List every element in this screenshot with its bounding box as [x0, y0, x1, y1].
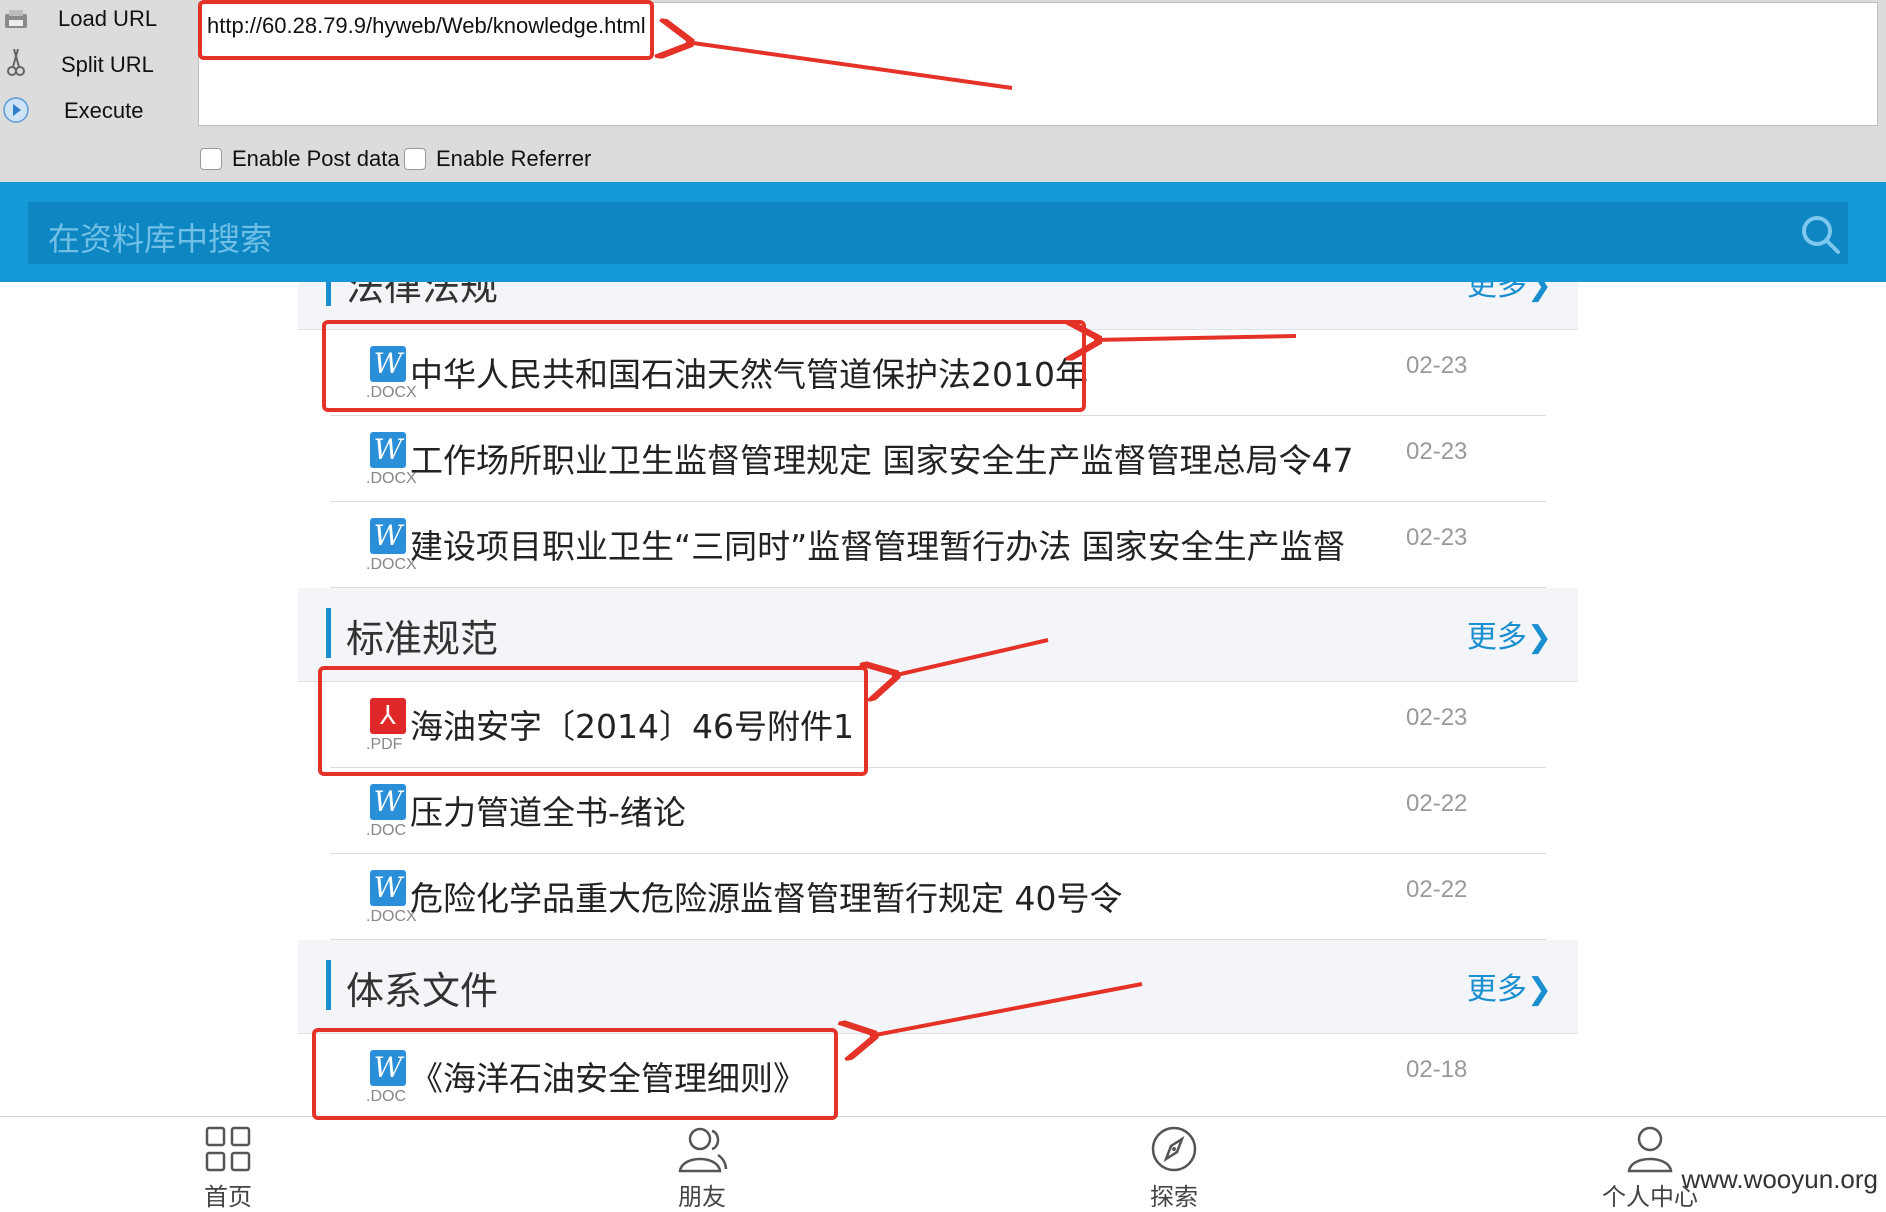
enable-post-label: Enable Post data — [232, 146, 400, 171]
word-file-icon: W — [370, 1050, 406, 1086]
file-date: 02-18 — [1406, 1056, 1468, 1083]
word-file-icon: W — [370, 432, 406, 468]
section-header-laws: 法律法规 更多❯ — [298, 282, 1578, 330]
search-placeholder: 在资料库中搜索 — [48, 220, 273, 258]
more-link[interactable]: 更多❯ — [1467, 282, 1552, 304]
search-input[interactable]: 在资料库中搜索 — [28, 202, 1848, 264]
list-item[interactable]: W .DOCX 危险化学品重大危险源监督管理暂行规定 40号令 02-22 — [330, 854, 1546, 940]
tab-friends[interactable]: 朋友 — [642, 1125, 762, 1211]
file-date: 02-22 — [1406, 790, 1468, 817]
section-header-standards: 标准规范 更多❯ — [298, 588, 1578, 682]
section-accent-bar — [326, 960, 331, 1010]
grid-icon — [205, 1126, 251, 1172]
execute-button[interactable]: Execute — [64, 98, 144, 124]
split-url-button[interactable]: Split URL — [61, 52, 154, 78]
file-title[interactable]: 中华人民共和国石油天然气管道保护法2010年 — [410, 348, 1088, 396]
word-file-icon: W — [370, 870, 406, 906]
list-item[interactable]: W .DOCX 建设项目职业卫生“三同时”监督管理暂行办法 国家安全生产监督 0… — [330, 502, 1546, 588]
section-accent-bar — [326, 282, 331, 306]
file-title[interactable]: 建设项目职业卫生“三同时”监督管理暂行办法 国家安全生产监督 — [410, 520, 1346, 568]
enable-post-checkbox[interactable]: Enable Post data — [200, 146, 400, 172]
section-accent-bar — [326, 608, 331, 658]
checkbox-box[interactable] — [200, 148, 222, 170]
user-icon — [1627, 1126, 1673, 1173]
url-text: http://60.28.79.9/hyweb/Web/knowledge.ht… — [207, 13, 646, 38]
knowledge-list: 法律法规 更多❯ W .DOCX 中华人民共和国石油天然气管道保护法2010年 … — [0, 282, 1886, 1118]
word-file-icon: W — [370, 346, 406, 382]
tab-label: 探索 — [1150, 1183, 1198, 1211]
friends-icon — [678, 1127, 728, 1173]
file-extension: .PDF — [366, 736, 403, 753]
file-date: 02-23 — [1406, 352, 1468, 379]
file-title[interactable]: 海油安字〔2014〕46号附件1 — [410, 700, 854, 748]
list-item[interactable]: ⅄ .PDF 海油安字〔2014〕46号附件1 02-23 — [330, 682, 1546, 768]
chevron-right-icon: ❯ — [1526, 282, 1552, 303]
file-title[interactable]: 工作场所职业卫生监督管理规定 国家安全生产监督管理总局令47 — [410, 434, 1353, 482]
file-extension: .DOC — [366, 822, 406, 839]
file-date: 02-23 — [1406, 704, 1468, 731]
list-item[interactable]: W .DOC 压力管道全书-绪论 02-22 — [330, 768, 1546, 854]
section-title: 法律法规 — [346, 282, 499, 309]
word-file-icon: W — [370, 784, 406, 820]
section-title: 体系文件 — [346, 969, 499, 1013]
search-header: 在资料库中搜索 — [0, 182, 1886, 282]
tab-label: 朋友 — [678, 1183, 726, 1211]
section-header-system-docs: 体系文件 更多❯ — [298, 940, 1578, 1034]
list-item[interactable]: W .DOCX 中华人民共和国石油天然气管道保护法2010年 02-23 — [330, 330, 1546, 416]
chevron-right-icon: ❯ — [1526, 620, 1552, 655]
load-url-icon[interactable] — [2, 6, 30, 34]
file-date: 02-23 — [1406, 524, 1468, 551]
word-file-icon: W — [370, 518, 406, 554]
split-url-icon[interactable] — [2, 48, 30, 76]
list-item[interactable]: W .DOCX 工作场所职业卫生监督管理规定 国家安全生产监督管理总局令47 0… — [330, 416, 1546, 502]
execute-icon[interactable] — [2, 96, 30, 124]
load-url-button[interactable]: Load URL — [58, 6, 157, 32]
search-icon[interactable] — [1798, 212, 1842, 256]
compass-icon — [1151, 1126, 1197, 1172]
chevron-right-icon: ❯ — [1526, 972, 1552, 1007]
hackbar-toolbar: Load URL Split URL Execute http://60.28.… — [0, 0, 1886, 182]
file-date: 02-23 — [1406, 438, 1468, 465]
file-title[interactable]: 《海洋石油安全管理细则》 — [410, 1052, 806, 1100]
url-textarea[interactable]: http://60.28.79.9/hyweb/Web/knowledge.ht… — [198, 2, 1878, 126]
enable-referrer-checkbox[interactable]: Enable Referrer — [404, 146, 591, 172]
watermark: www.wooyun.org — [1681, 1164, 1878, 1194]
file-title[interactable]: 压力管道全书-绪论 — [410, 786, 686, 834]
file-date: 02-22 — [1406, 876, 1468, 903]
list-item[interactable]: W .DOC 《海洋石油安全管理细则》 02-18 — [330, 1034, 1546, 1118]
section-title: 标准规范 — [346, 617, 499, 661]
pdf-file-icon: ⅄ — [370, 698, 406, 734]
tab-home[interactable]: 首页 — [168, 1125, 288, 1211]
checkbox-box[interactable] — [404, 148, 426, 170]
enable-referrer-label: Enable Referrer — [436, 146, 592, 171]
bottom-tab-bar: 首页 朋友 探索 个人中心 — [0, 1116, 1886, 1211]
more-link[interactable]: 更多❯ — [1467, 964, 1552, 1008]
file-title[interactable]: 危险化学品重大危险源监督管理暂行规定 40号令 — [410, 872, 1122, 920]
tab-explore[interactable]: 探索 — [1114, 1125, 1234, 1211]
more-link[interactable]: 更多❯ — [1467, 612, 1552, 656]
tab-label: 首页 — [204, 1183, 252, 1211]
file-extension: .DOC — [366, 1088, 406, 1105]
